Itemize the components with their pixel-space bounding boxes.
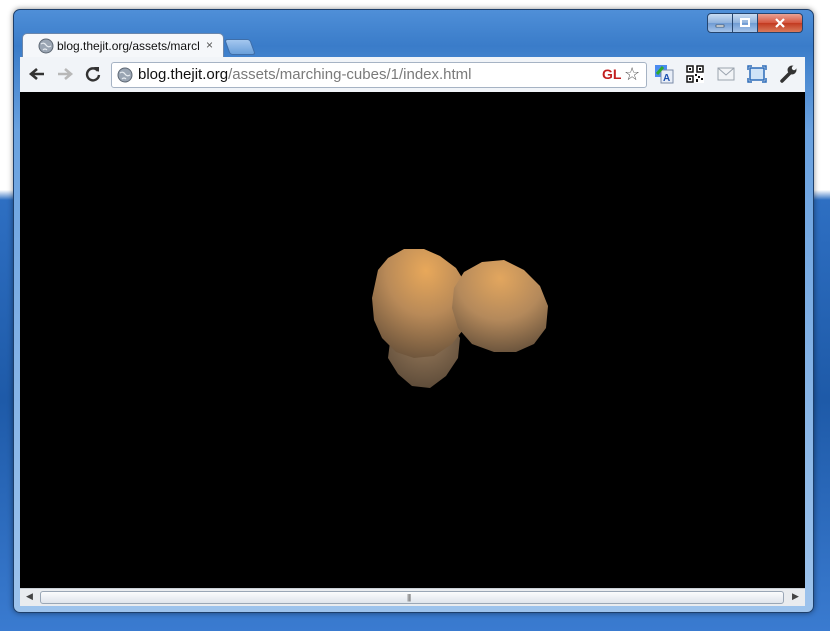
maximize-button[interactable] (733, 13, 758, 33)
tab-close-button[interactable]: × (206, 38, 213, 52)
globe-icon (117, 67, 133, 83)
tab-title: blog.thejit.org/assets/marcl (57, 39, 200, 53)
mail-extension-button[interactable] (715, 63, 737, 85)
globe-icon (38, 38, 54, 54)
qr-code-icon (686, 65, 704, 83)
close-icon (775, 18, 785, 28)
back-button[interactable] (26, 63, 48, 85)
tab-active[interactable]: blog.thejit.org/assets/marcl × (22, 33, 224, 58)
scrollbar-thumb[interactable]: ||| (40, 591, 784, 604)
marching-cubes-render (372, 249, 548, 388)
webgl-canvas[interactable] (20, 92, 805, 588)
url-host: blog.thejit.org (138, 66, 229, 83)
fullscreen-extension-button[interactable] (746, 63, 768, 85)
wrench-icon (780, 65, 797, 83)
scrollbar-grip: ||| (407, 593, 411, 602)
fullscreen-icon (747, 65, 767, 83)
browser-toolbar: blog.thejit.org/assets/marching-cubes/1/… (20, 57, 805, 93)
scroll-right-arrow-icon[interactable]: ▶ (792, 591, 799, 602)
maximize-icon (740, 18, 750, 27)
address-bar[interactable]: blog.thejit.org/assets/marching-cubes/1/… (111, 62, 647, 88)
close-window-button[interactable] (758, 13, 803, 33)
minimize-icon (715, 24, 725, 28)
settings-wrench-button[interactable] (777, 63, 799, 85)
mail-icon (717, 67, 735, 81)
url-text: blog.thejit.org/assets/marching-cubes/1/… (138, 66, 472, 83)
window-controls (707, 13, 803, 33)
forward-button[interactable] (54, 63, 76, 85)
minimize-button[interactable] (707, 13, 733, 33)
translate-icon: A (655, 65, 674, 84)
reload-button[interactable] (82, 63, 104, 85)
blob-small-lobe (452, 260, 548, 352)
reload-icon (85, 67, 101, 82)
bookmark-star-icon[interactable]: ☆ (624, 64, 640, 85)
new-tab-button[interactable] (224, 39, 256, 55)
url-path: /assets/marching-cubes/1/index.html (228, 66, 472, 83)
qr-code-extension-button[interactable] (684, 63, 706, 85)
scroll-left-arrow-icon[interactable]: ◀ (26, 591, 33, 602)
translate-extension-button[interactable]: A (653, 63, 675, 85)
tab-strip: blog.thejit.org/assets/marcl × (22, 33, 322, 58)
webgl-badge[interactable]: GL (602, 66, 621, 82)
back-arrow-icon (28, 68, 44, 80)
horizontal-scrollbar[interactable]: ◀ ||| ▶ (20, 588, 805, 606)
forward-arrow-icon (58, 68, 74, 80)
svg-text:A: A (663, 73, 670, 84)
